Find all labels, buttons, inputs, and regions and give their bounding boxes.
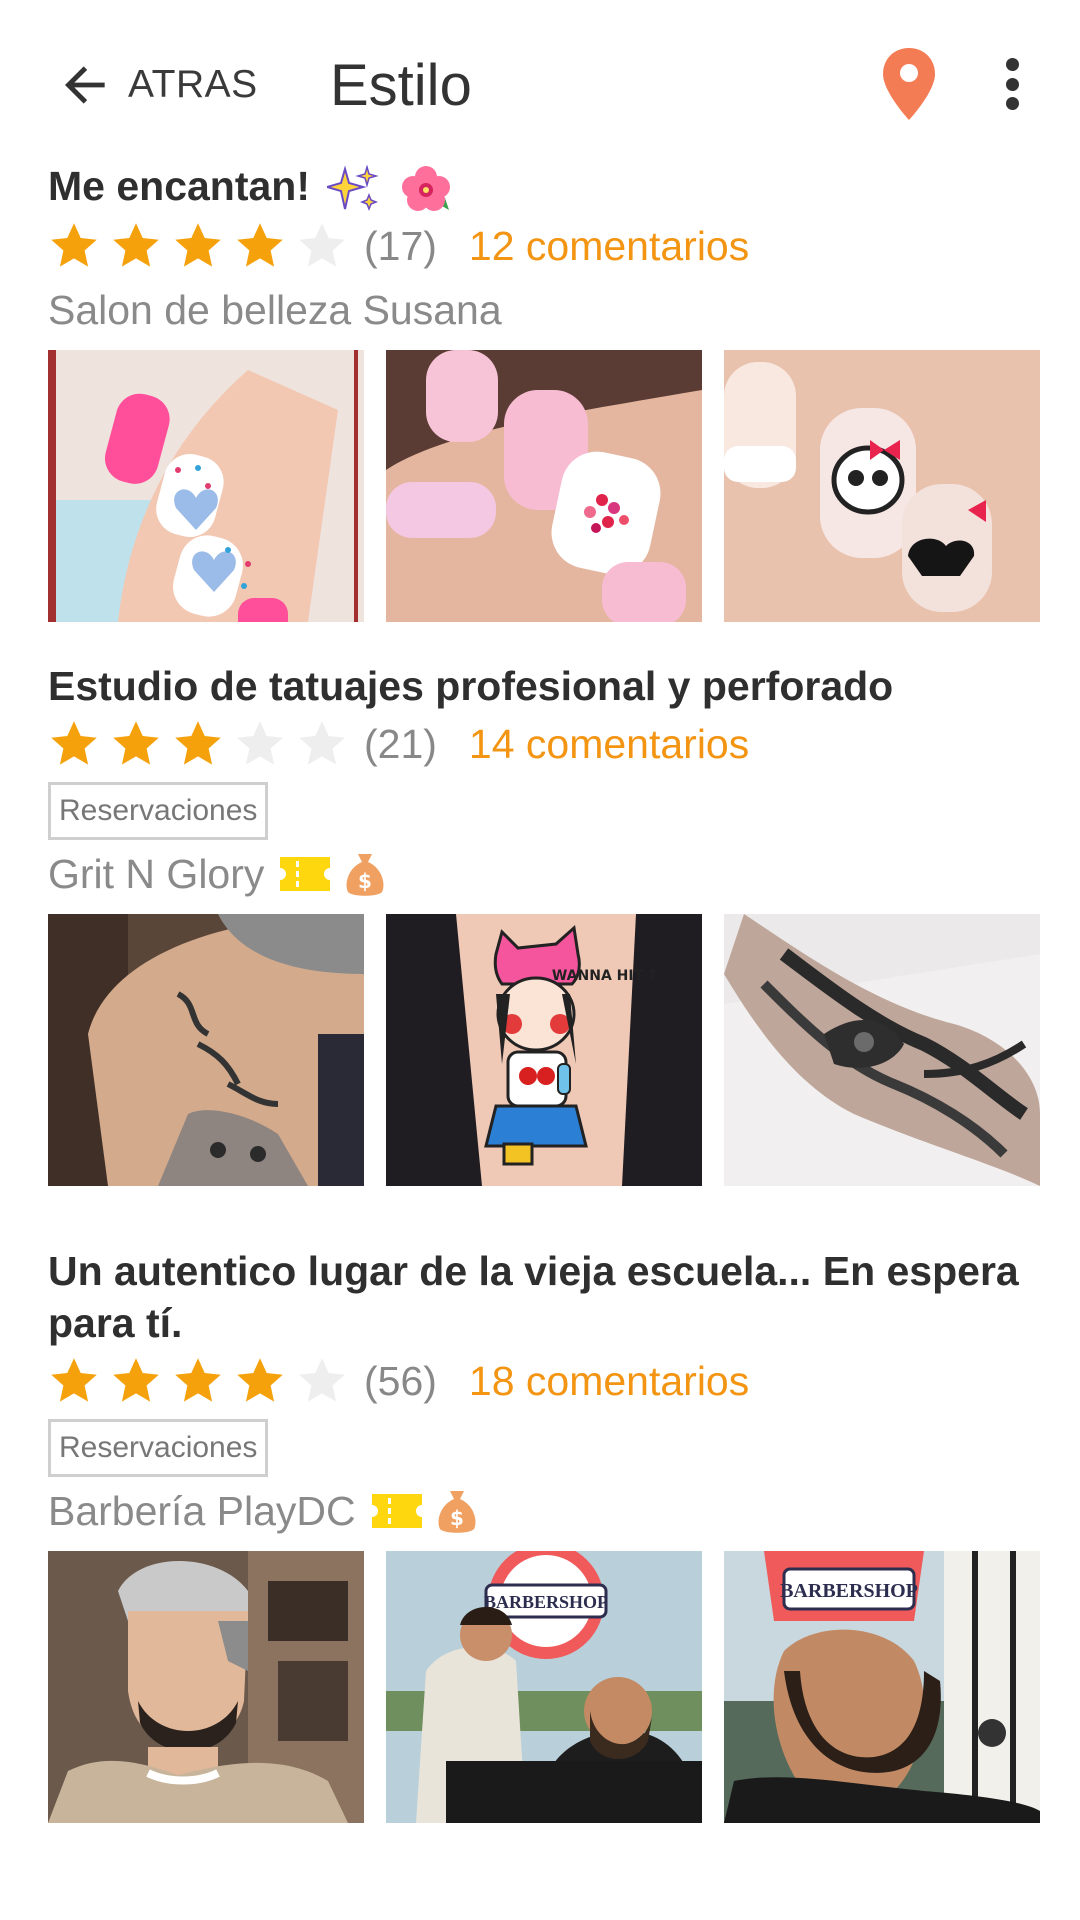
comments-link[interactable]: 12 comentarios bbox=[469, 223, 749, 270]
reservations-badge: Reservaciones bbox=[48, 1419, 269, 1477]
provider-name[interactable]: Salon de belleza Susana bbox=[48, 280, 1040, 340]
back-button[interactable]: ATRAS bbox=[58, 50, 258, 120]
nail-art-hearts-photo[interactable] bbox=[48, 350, 364, 623]
cartoon-girl-tattoo-photo[interactable]: WANNA HIT ? bbox=[386, 914, 702, 1186]
hibiscus-icon bbox=[401, 166, 450, 212]
pink-nails-dots-photo[interactable] bbox=[386, 350, 702, 623]
comments-link[interactable]: 14 comentarios bbox=[469, 721, 749, 768]
money-bag-icon: $ bbox=[438, 1491, 476, 1533]
style-card[interactable]: Estudio de tatuajes profesional y perfor… bbox=[48, 660, 1040, 1186]
app-bar: ATRAS Estilo bbox=[0, 0, 1080, 170]
tattoo-caption: WANNA HIT ? bbox=[552, 968, 656, 984]
star-filled-icon bbox=[175, 223, 221, 267]
octopus-tattoo-photo[interactable] bbox=[724, 914, 1040, 1186]
more-vert-icon bbox=[1005, 58, 1019, 71]
more-options-button[interactable] bbox=[992, 52, 1032, 116]
star-filled-icon bbox=[113, 223, 159, 267]
ticket-icon bbox=[280, 857, 331, 891]
card-title: Un autentico lugar de la vieja escuela..… bbox=[48, 1248, 1019, 1346]
star-empty-icon bbox=[237, 721, 283, 765]
money-bag-icon: $ bbox=[346, 854, 384, 896]
thumbnail-row: BARBERSHOP BARBERSHOP bbox=[48, 1551, 1040, 1823]
star-rating bbox=[48, 718, 358, 770]
sparkles-icon bbox=[327, 165, 380, 212]
reservations-badge: Reservaciones bbox=[48, 782, 269, 840]
star-rating bbox=[48, 220, 358, 272]
style-card[interactable]: Me encantan! (17) 12 comentarios Salon d… bbox=[48, 160, 1040, 623]
script-tattoo-arm-photo[interactable] bbox=[48, 914, 364, 1186]
star-filled-icon bbox=[237, 1358, 283, 1402]
nail-art-skull-photo[interactable] bbox=[724, 350, 1040, 623]
rating-count: (56) bbox=[364, 1357, 437, 1404]
thumbnail-row: WANNA HIT ? bbox=[48, 914, 1040, 1186]
star-filled-icon bbox=[237, 223, 283, 267]
fade-haircut-photo[interactable] bbox=[48, 1551, 364, 1823]
card-title: Estudio de tatuajes profesional y perfor… bbox=[48, 663, 894, 709]
rating-row: (56) 18 comentarios bbox=[48, 1351, 1040, 1411]
back-label: ATRAS bbox=[128, 63, 258, 106]
star-filled-icon bbox=[113, 1358, 159, 1402]
svg-text:$: $ bbox=[450, 1506, 464, 1530]
star-empty-icon bbox=[299, 223, 345, 267]
back-arrow-icon bbox=[65, 66, 105, 104]
star-rating bbox=[48, 1355, 358, 1407]
rating-row: (17) 12 comentarios bbox=[48, 216, 1040, 276]
star-filled-icon bbox=[175, 1358, 221, 1402]
svg-text:$: $ bbox=[358, 869, 372, 893]
star-empty-icon bbox=[299, 721, 345, 765]
card-title: Me encantan! bbox=[48, 160, 1040, 214]
comments-link[interactable]: 18 comentarios bbox=[469, 1358, 749, 1405]
star-filled-icon bbox=[51, 223, 97, 267]
ticket-icon bbox=[371, 1494, 422, 1528]
style-card[interactable]: Un autentico lugar de la vieja escuela..… bbox=[48, 1245, 1040, 1823]
star-filled-icon bbox=[51, 1358, 97, 1402]
shop-sign-text: BARBERSHOP bbox=[484, 1592, 608, 1612]
star-filled-icon bbox=[175, 721, 221, 765]
location-pin-icon[interactable] bbox=[880, 46, 938, 122]
shop-sign-text: BARBERSHOP bbox=[780, 1580, 918, 1602]
star-filled-icon bbox=[113, 721, 159, 765]
star-empty-icon bbox=[299, 1358, 345, 1402]
provider-name[interactable]: Grit N Glory $ bbox=[48, 844, 1040, 904]
rating-row: (21) 14 comentarios bbox=[48, 714, 1040, 774]
rating-count: (17) bbox=[364, 222, 437, 269]
thumbnail-row bbox=[48, 350, 1040, 623]
rating-count: (21) bbox=[364, 720, 437, 767]
star-filled-icon bbox=[51, 721, 97, 765]
provider-name[interactable]: Barbería PlayDC $ bbox=[48, 1481, 1040, 1541]
barber-customer-photo[interactable]: BARBERSHOP bbox=[724, 1551, 1040, 1823]
beard-trim-photo[interactable]: BARBERSHOP bbox=[386, 1551, 702, 1823]
page-title: Estilo bbox=[330, 53, 472, 118]
